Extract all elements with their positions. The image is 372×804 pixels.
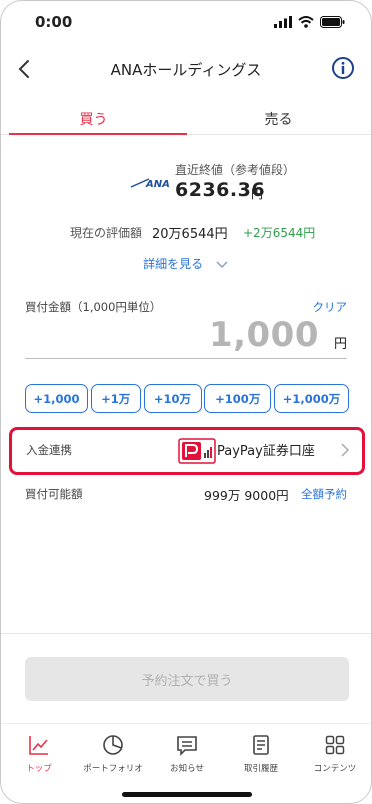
tab-buy[interactable]: 買う: [1, 109, 186, 129]
svg-text:ANA: ANA: [145, 179, 169, 189]
status-time: 0:00: [35, 13, 73, 31]
detail-link-label: 詳細を見る: [143, 257, 204, 271]
battery-icon: [320, 16, 345, 28]
ana-logo: ANA: [130, 178, 169, 189]
message-icon: [177, 736, 197, 756]
amount-underline: [25, 358, 347, 359]
tabbar-item-notices[interactable]: お知らせ: [150, 732, 224, 774]
page-title: ANAホールディングス: [110, 61, 262, 79]
valuation-value: 20万6544円: [152, 227, 228, 242]
tab-bar: 買う 売る: [1, 99, 371, 135]
price-unit: 円: [251, 187, 264, 201]
wifi-icon: [298, 16, 314, 28]
chart-icon: [29, 736, 48, 755]
full-amount-link[interactable]: 全額予約: [301, 486, 347, 502]
add-10k-button[interactable]: +1万: [90, 384, 141, 413]
amount-unit: 円: [333, 337, 347, 352]
add-1000-button[interactable]: +1,000: [25, 384, 88, 413]
detail-link[interactable]: 詳細を見る: [1, 255, 371, 272]
add-10m-button[interactable]: +1,000万: [274, 384, 349, 413]
valuation-gain: +2万6544円: [243, 226, 316, 240]
reserve-order-button[interactable]: 予約注文で買う: [25, 657, 349, 701]
tabbar-item-history[interactable]: 取引履歴: [224, 732, 298, 774]
paypay-logo: [178, 438, 216, 464]
status-bar: 0:00: [1, 1, 371, 45]
chevron-right-icon: [341, 443, 350, 457]
nav-bar: ANAホールディングス: [1, 45, 371, 93]
available-row: 買付可能額 999万 9000円 全額予約: [1, 485, 371, 503]
tabbar-label: お知らせ: [170, 764, 204, 774]
price-label: 直近終値（参考値段）: [175, 163, 296, 177]
tabbar-item-top[interactable]: トップ: [2, 732, 76, 774]
available-label: 買付可能額: [25, 487, 83, 501]
tabbar-item-contents[interactable]: コンテンツ: [298, 732, 371, 774]
add-100k-button[interactable]: +10万: [143, 384, 202, 413]
tabbar-label: 取引履歴: [243, 764, 278, 774]
tab-active-indicator: [9, 133, 187, 135]
document-icon: [253, 735, 269, 755]
signal-icon: [274, 16, 292, 28]
add-1m-button[interactable]: +100万: [204, 384, 272, 413]
quick-add-buttons: +1,000 +1万 +10万 +100万 +1,000万: [25, 384, 349, 413]
phone-screen: 0:00 ANAホールディングス 買う 売る ANA 直近終値（参考値段） 62…: [0, 0, 372, 804]
pie-icon: [103, 735, 123, 755]
payment-provider: PayPay証券口座: [217, 444, 315, 459]
amount-label: 買付金額（1,000円単位）: [25, 300, 162, 314]
tabbar-label: コンテンツ: [313, 764, 357, 774]
payment-label: 入金連携: [26, 443, 72, 457]
price-block: ANA 直近終値（参考値段） 6236.36 円: [1, 157, 371, 213]
payment-link-row[interactable]: 入金連携 PayPay証券口座: [9, 427, 365, 475]
valuation-row: 現在の評価額 20万6544円 +2万6544円: [1, 223, 371, 242]
tab-sell[interactable]: 売る: [186, 109, 371, 129]
status-icons: [274, 16, 345, 28]
grid-icon: [325, 735, 345, 755]
tabbar-item-portfolio[interactable]: ポートフォリオ: [76, 732, 150, 774]
info-icon[interactable]: [331, 56, 355, 80]
valuation-label: 現在の評価額: [70, 226, 143, 240]
amount-input[interactable]: 1,000: [209, 315, 319, 355]
clear-button[interactable]: クリア: [313, 299, 348, 315]
chevron-down-icon: [216, 260, 228, 268]
tabbar-label: ポートフォリオ: [83, 764, 143, 774]
tabbar-label: トップ: [26, 764, 52, 774]
home-indicator: [122, 792, 252, 797]
available-value: 999万 9000円: [204, 488, 289, 503]
bottom-divider: [1, 633, 371, 634]
